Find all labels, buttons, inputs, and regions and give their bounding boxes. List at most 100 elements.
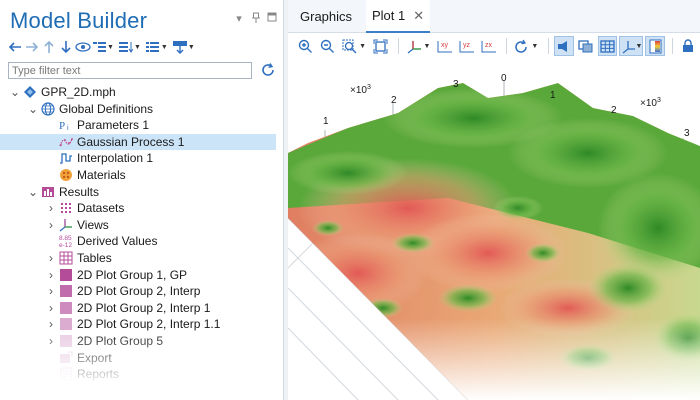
yz-view-icon[interactable]: yz xyxy=(457,36,477,56)
derived-values-icon: 8.85 e-12 xyxy=(59,234,73,248)
tree-item-label: Results xyxy=(59,184,100,199)
tables-icon xyxy=(59,251,73,265)
expand-chevron-icon[interactable]: › xyxy=(46,284,56,298)
pin-icon[interactable] xyxy=(249,12,263,27)
tree-item-datasets[interactable]: › Datasets xyxy=(0,200,276,216)
tab-graphics[interactable]: Graphics xyxy=(300,0,352,33)
graphics-panel: Graphics Plot 1 ✕ ▼ ▼ xy yz zx ▼ ▼ ×103 … xyxy=(288,0,700,400)
axis-multiplier-right: ×103 xyxy=(640,97,661,109)
tree-item-label: Gaussian Process 1 xyxy=(77,134,185,149)
export-icon xyxy=(59,351,73,365)
tick-label: 2 xyxy=(611,105,617,116)
up-arrow-icon[interactable] xyxy=(40,38,57,56)
tree-item-results[interactable]: ⌄ Results xyxy=(0,184,276,200)
tree-item-label: Global Definitions xyxy=(59,101,154,116)
model-icon xyxy=(23,85,37,99)
reset-view-icon[interactable] xyxy=(512,36,532,56)
dropdown-arrow-icon[interactable]: ▼ xyxy=(424,43,431,50)
tab-plot-1[interactable]: Plot 1 ✕ xyxy=(366,0,431,33)
tree-item-2d-plot-group-2-interp[interactable]: › 2D Plot Group 2, Interp xyxy=(0,283,276,299)
expand-chevron-icon[interactable]: › xyxy=(46,218,56,232)
plot-canvas[interactable]: ×103 1 2 3 0 1 ×103 2 3 xyxy=(288,58,700,400)
dropdown-arrow-icon[interactable]: ▼ xyxy=(107,44,114,51)
globe-icon xyxy=(41,101,55,116)
tree-item-label: 2D Plot Group 1, GP xyxy=(77,267,188,282)
tab-label: Graphics xyxy=(300,9,353,24)
expand-chevron-icon[interactable]: › xyxy=(46,301,56,315)
results-icon xyxy=(41,185,55,199)
expand-chevron-icon[interactable]: › xyxy=(46,334,56,348)
collapse-chevron-icon[interactable]: ⌄ xyxy=(28,102,38,116)
tree-item-tables[interactable]: › Tables xyxy=(0,250,276,266)
tree-item-materials[interactable]: Materials xyxy=(0,167,276,183)
tree-item-label: Export xyxy=(77,350,112,365)
collapse-chevron-icon[interactable]: ⌄ xyxy=(10,85,20,99)
forward-arrow-icon[interactable] xyxy=(23,38,40,56)
gaussian-process-icon xyxy=(59,135,73,149)
tick-label: 3 xyxy=(453,79,459,90)
expand-chevron-icon[interactable]: › xyxy=(46,317,56,331)
graphics-toolbar: ▼ ▼ xy yz zx ▼ ▼ xyxy=(288,34,700,58)
tree-item-2d-plot-group-2-interp-1-1[interactable]: › 2D Plot Group 2, Interp 1.1 xyxy=(0,316,276,332)
tree-item-views[interactable]: › Views xyxy=(0,217,276,233)
axis-orientation-icon[interactable]: ▼ xyxy=(619,36,644,56)
tree-item-derived-values[interactable]: 8.85 e-12 Derived Values xyxy=(0,233,276,249)
svg-text:i: i xyxy=(67,125,69,132)
tree-item-global-definitions[interactable]: ⌄ Global Definitions xyxy=(0,101,276,117)
expand-chevron-icon[interactable]: › xyxy=(46,268,56,282)
zoom-out-icon[interactable] xyxy=(318,36,338,56)
show-icon[interactable] xyxy=(74,38,91,56)
tree-item-label: 2D Plot Group 5 xyxy=(77,334,164,348)
plot-group-icon xyxy=(59,301,73,315)
panel-menu-icon[interactable]: ▾ xyxy=(232,12,246,25)
tree-item-label: Datasets xyxy=(77,201,125,216)
parameters-icon: Pi xyxy=(59,118,73,132)
lock-icon[interactable] xyxy=(678,36,698,56)
datasets-icon xyxy=(59,201,73,215)
materials-icon xyxy=(59,168,73,182)
refresh-icon[interactable] xyxy=(260,62,276,78)
down-arrow-icon[interactable] xyxy=(57,38,74,56)
dropdown-arrow-icon[interactable]: ▼ xyxy=(359,43,366,50)
tree-item-export[interactable]: Export xyxy=(0,350,276,366)
collapse-chevron-icon[interactable]: ⌄ xyxy=(28,185,38,199)
build-icon[interactable] xyxy=(172,38,189,56)
dropdown-arrow-icon[interactable]: ▼ xyxy=(188,44,195,51)
sort-icon[interactable] xyxy=(118,38,135,56)
zoom-in-icon[interactable] xyxy=(296,36,316,56)
filter-input[interactable] xyxy=(8,62,252,79)
tree-item-2d-plot-group-1-gp[interactable]: › 2D Plot Group 1, GP xyxy=(0,267,276,283)
tree-item-label: 2D Plot Group 2, Interp 1.1 xyxy=(77,317,221,332)
dropdown-arrow-icon[interactable]: ▼ xyxy=(134,44,141,51)
grid-icon[interactable] xyxy=(597,36,618,56)
tree-item-reports[interactable]: Reports xyxy=(0,366,276,382)
panel-title: Model Builder xyxy=(10,8,148,33)
expand-chevron-icon[interactable]: › xyxy=(46,201,56,215)
tree-item-label: 2D Plot Group 2, Interp xyxy=(77,284,201,299)
tree-item-parameters-1[interactable]: Pi Parameters 1 xyxy=(0,117,276,133)
scene-light-icon[interactable] xyxy=(554,36,574,56)
close-icon[interactable]: ✕ xyxy=(413,8,424,24)
minimize-icon[interactable] xyxy=(265,12,279,25)
expand-sections-icon[interactable] xyxy=(91,38,108,56)
tree-item-gpr-2d-mph[interactable]: ⌄ GPR_2D.mph xyxy=(0,84,276,100)
xy-view-icon[interactable]: xy xyxy=(435,36,455,56)
back-arrow-icon[interactable] xyxy=(6,38,23,56)
color-legend-icon[interactable] xyxy=(645,36,666,56)
tick-label: 0 xyxy=(501,73,507,84)
tree-item-2d-plot-group-2-interp-1[interactable]: › 2D Plot Group 2, Interp 1 xyxy=(0,300,276,316)
list-icon[interactable] xyxy=(145,38,162,56)
dropdown-arrow-icon[interactable]: ▼ xyxy=(161,44,168,51)
tree-item-gaussian-process-1[interactable]: Gaussian Process 1 xyxy=(0,133,276,150)
model-builder-panel: Model Builder ▾ ▼ ▼ ▼ ▼ ⌄GPR_2D.mph⌄Glob… xyxy=(0,0,283,400)
tree-item-interpolation-1[interactable]: Interpolation 1 xyxy=(0,150,276,166)
dropdown-arrow-icon[interactable]: ▼ xyxy=(531,43,538,50)
zx-view-icon[interactable]: zx xyxy=(479,36,499,56)
zoom-box-icon[interactable] xyxy=(339,36,359,56)
expand-chevron-icon[interactable]: › xyxy=(46,251,56,265)
transparency-icon[interactable] xyxy=(576,36,596,56)
tree-item-2d-plot-group-5[interactable]: › 2D Plot Group 5 xyxy=(0,333,276,349)
model-builder-toolbar: ▼ ▼ ▼ ▼ xyxy=(6,37,199,57)
zoom-extents-icon[interactable] xyxy=(371,36,391,56)
axes-icon[interactable] xyxy=(404,36,424,56)
